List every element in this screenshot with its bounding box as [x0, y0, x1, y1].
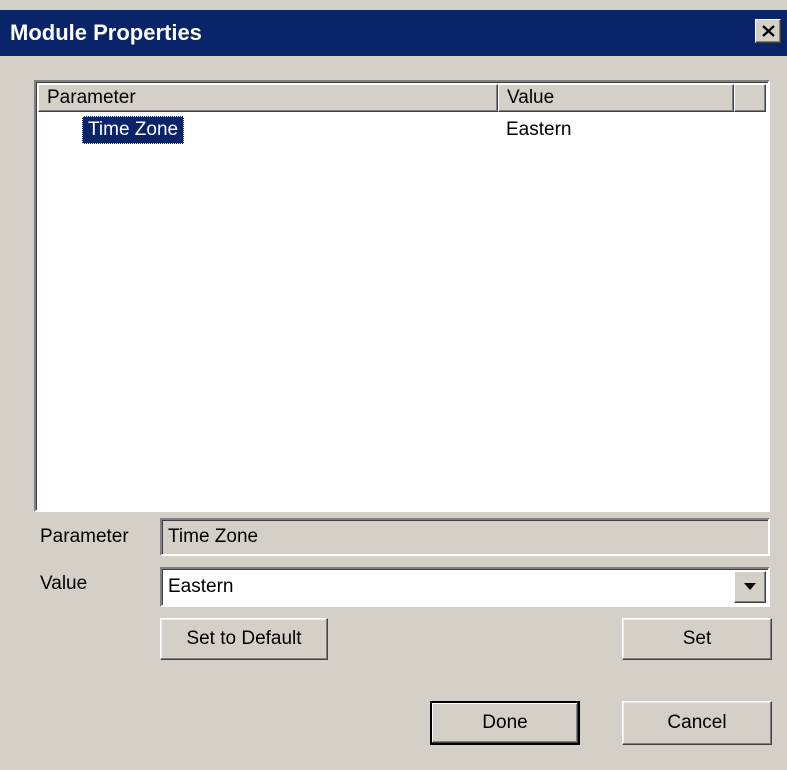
close-icon [762, 25, 775, 37]
set-to-default-button[interactable]: Set to Default [160, 618, 328, 660]
value-dropdown-text[interactable]: Eastern [168, 569, 233, 605]
list-item-value: Eastern [506, 119, 572, 140]
cancel-button[interactable]: Cancel [622, 701, 772, 745]
list-item-parameter[interactable]: Time Zone [82, 116, 185, 144]
dropdown-button[interactable] [734, 571, 766, 603]
set-button[interactable]: Set [622, 618, 772, 660]
title-bar[interactable]: Module Properties [0, 10, 787, 56]
parameter-label: Parameter [40, 526, 129, 547]
list-header: Parameter Value [38, 84, 766, 112]
list-item[interactable]: Time Zone Eastern [38, 114, 766, 144]
window-title: Module Properties [10, 20, 202, 45]
done-button[interactable]: Done [430, 701, 580, 745]
module-properties-dialog: Module Properties Parameter Value Time Z… [0, 0, 787, 770]
value-label: Value [40, 573, 88, 594]
parameter-field: Time Zone [160, 518, 770, 556]
column-header-value[interactable]: Value [498, 84, 734, 112]
close-button[interactable] [755, 19, 781, 43]
value-dropdown[interactable]: Eastern [160, 567, 770, 607]
parameter-list[interactable]: Parameter Value Time Zone Eastern [34, 80, 770, 512]
column-header-parameter[interactable]: Parameter [38, 84, 498, 112]
chevron-down-icon [744, 583, 756, 590]
column-header-filler [734, 84, 766, 112]
